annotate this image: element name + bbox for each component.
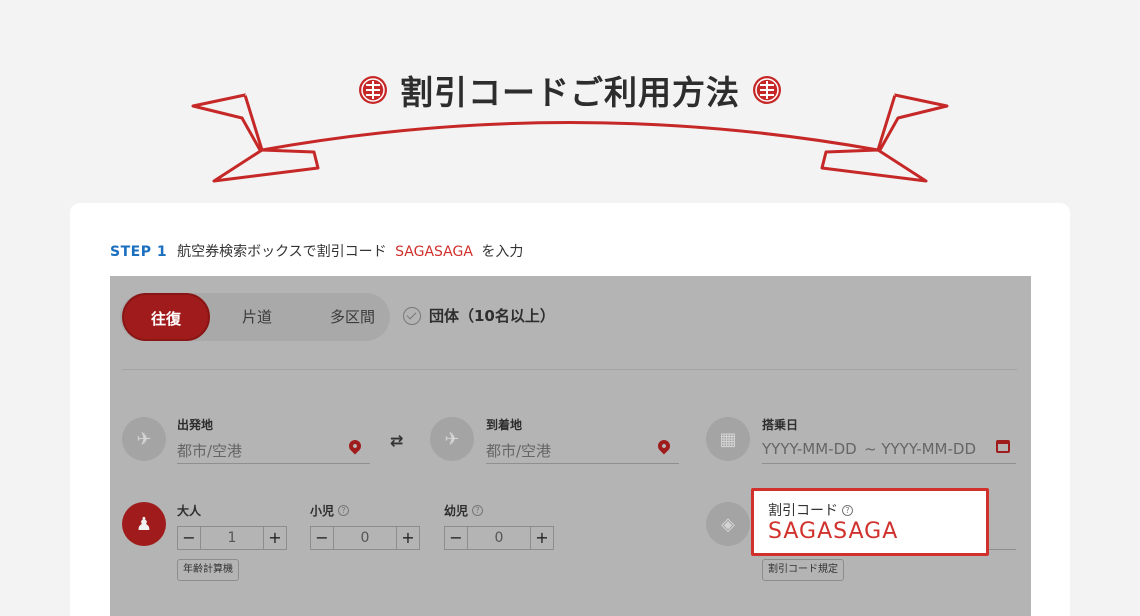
- child-stepper: − 0 +: [310, 526, 420, 550]
- origin-input[interactable]: 都市/空港: [177, 440, 242, 461]
- arrival-plane-icon: ✈: [430, 417, 474, 461]
- adult-count[interactable]: 1: [201, 526, 263, 550]
- infant-label: 幼児 ?: [444, 502, 484, 519]
- location-pin-icon: [655, 437, 673, 455]
- adult-plus-button[interactable]: +: [263, 526, 287, 550]
- age-calculator-button[interactable]: 年齢計算機: [177, 559, 239, 581]
- tag-icon: ◈: [706, 502, 750, 546]
- help-icon[interactable]: ?: [842, 504, 853, 516]
- search-box-screenshot: 往復 片道 多区間 団体（10名以上） ✈ 出発地 都市/空港 ⇄ ✈ 到着地 …: [110, 276, 1031, 616]
- infant-minus-button[interactable]: −: [444, 526, 468, 550]
- date-from-input[interactable]: YYYY-MM-DD: [762, 440, 857, 458]
- swap-icon[interactable]: ⇄: [390, 431, 403, 450]
- infant-count[interactable]: 0: [468, 526, 530, 550]
- promo-code-highlight[interactable]: 割引コード ? SAGASAGA: [751, 488, 989, 556]
- child-plus-button[interactable]: +: [396, 526, 420, 550]
- adult-minus-button[interactable]: −: [177, 526, 201, 550]
- step-label: STEP 1: [110, 244, 168, 260]
- destination-label: 到着地: [486, 418, 523, 432]
- destination-underline: [486, 463, 679, 464]
- step-row: STEP 1 航空券検索ボックスで割引コード SAGASAGA を入力: [110, 241, 523, 261]
- date-to-input[interactable]: ~ YYYY-MM-DD: [864, 440, 976, 458]
- departure-plane-icon: ✈: [122, 417, 166, 461]
- infant-plus-button[interactable]: +: [530, 526, 554, 550]
- infant-stepper: − 0 +: [444, 526, 554, 550]
- tab-round-trip[interactable]: 往復: [122, 293, 210, 341]
- child-label: 小児 ?: [310, 502, 350, 519]
- check-circle-icon: [403, 306, 421, 325]
- origin-label: 出発地: [177, 418, 214, 432]
- adult-stepper: − 1 +: [177, 526, 287, 550]
- tab-one-way[interactable]: 片道: [222, 293, 292, 341]
- person-icon: ♟: [122, 502, 166, 546]
- tab-multi-city[interactable]: 多区間: [310, 293, 395, 341]
- help-icon[interactable]: ?: [472, 505, 484, 516]
- origin-underline: [177, 463, 370, 464]
- group-booking-option[interactable]: 団体（10名以上）: [403, 305, 555, 326]
- instruction-card: STEP 1 航空券検索ボックスで割引コード SAGASAGA を入力 往復 片…: [70, 203, 1070, 616]
- group-label: 団体（10名以上）: [429, 307, 555, 325]
- calendar-icon[interactable]: [996, 440, 1010, 453]
- ornament-right-icon: [753, 76, 781, 104]
- destination-input[interactable]: 都市/空港: [486, 440, 551, 461]
- trip-type-tabs: 往復 片道 多区間: [120, 293, 390, 341]
- divider: [122, 369, 1017, 370]
- child-minus-button[interactable]: −: [310, 526, 334, 550]
- page-title: 割引コードご利用方法: [400, 73, 740, 112]
- step-text-before: 航空券検索ボックスで割引コード: [177, 244, 387, 260]
- date-underline: [762, 463, 1016, 464]
- promo-label: 割引コード ?: [768, 500, 853, 520]
- calendar-circle-icon: ▦: [706, 417, 750, 461]
- ornament-left-icon: [359, 76, 387, 104]
- help-icon[interactable]: ?: [338, 505, 350, 516]
- step-code: SAGASAGA: [395, 244, 473, 260]
- promo-code-input[interactable]: SAGASAGA: [768, 519, 898, 544]
- adult-label: 大人: [177, 504, 202, 518]
- step-text: 航空券検索ボックスで割引コード SAGASAGA を入力: [177, 241, 523, 261]
- location-pin-icon: [346, 437, 364, 455]
- date-label: 搭乗日: [762, 418, 799, 432]
- promo-rules-button[interactable]: 割引コード規定: [762, 559, 844, 581]
- child-count[interactable]: 0: [334, 526, 396, 550]
- page-title-row: 割引コードご利用方法: [0, 66, 1140, 114]
- step-text-after: を入力: [481, 244, 524, 260]
